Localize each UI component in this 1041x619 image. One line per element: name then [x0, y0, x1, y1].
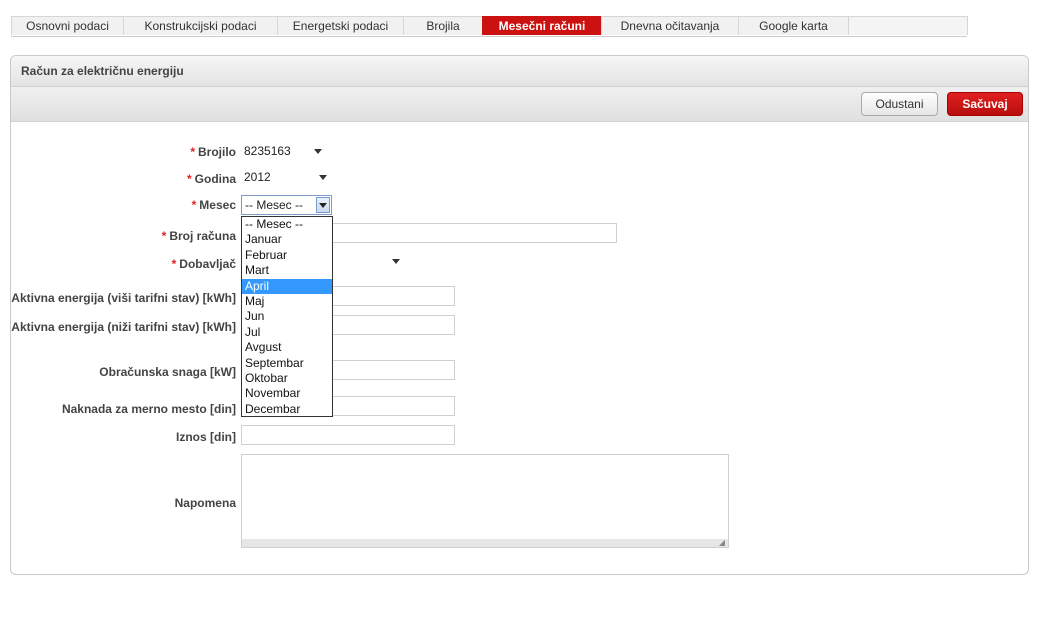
tab-bar-filler — [848, 16, 968, 35]
month-option[interactable]: Mart — [242, 263, 332, 278]
chevron-down-icon — [392, 259, 400, 264]
broj-racuna-label: * Broj računa — [162, 229, 236, 243]
dobavljac-label-text: Dobavljač — [179, 257, 236, 271]
month-option[interactable]: Jul — [242, 325, 332, 340]
brojilo-label: * Brojilo — [190, 145, 236, 159]
tab-konstrukcijski-podaci[interactable]: Konstrukcijski podaci — [123, 16, 278, 35]
iznos-input[interactable] — [241, 425, 455, 445]
chevron-down-icon — [319, 203, 327, 208]
iznos-label: Iznos [din] — [176, 430, 236, 444]
month-option-highlighted[interactable]: April — [242, 278, 332, 294]
required-marker: * — [161, 229, 167, 243]
napomena-textarea[interactable]: ◢ — [241, 454, 729, 548]
month-option[interactable]: -- Mesec -- — [242, 217, 332, 232]
required-marker: * — [190, 145, 195, 159]
tab-mesecni-racuni[interactable]: Mesečni računi — [482, 16, 602, 35]
month-option[interactable]: Maj — [242, 294, 332, 309]
mesec-label: * Mesec — [192, 198, 236, 212]
brojilo-label-text: Brojilo — [198, 145, 236, 159]
mesec-label-text: Mesec — [199, 198, 236, 212]
tab-dnevna-ocitavanja[interactable]: Dnevna očitavanja — [601, 16, 739, 35]
naknada-label: Naknada za merno mesto [din] — [61, 402, 236, 416]
godina-label-text: Godina — [194, 172, 236, 186]
godina-label: * Godina — [187, 172, 236, 186]
dobavljac-label: * Dobavljač — [172, 257, 236, 271]
month-option[interactable]: Decembar — [242, 402, 332, 417]
month-option[interactable]: Januar — [242, 232, 332, 247]
cancel-button[interactable]: Odustani — [861, 92, 938, 116]
toolbar: Odustani Sačuvaj — [11, 87, 1028, 122]
brojilo-select[interactable]: 8235163 — [241, 142, 326, 162]
textarea-resize-bar — [242, 539, 728, 547]
panel-title: Račun za električnu energiju — [11, 56, 1028, 87]
godina-value: 2012 — [244, 170, 271, 184]
broj-racuna-label-text: Broj računa — [169, 229, 236, 243]
required-marker: * — [171, 257, 177, 271]
tab-energetski-podaci[interactable]: Energetski podaci — [277, 16, 404, 35]
month-option[interactable]: Septembar — [242, 356, 332, 371]
brojilo-value: 8235163 — [244, 144, 291, 158]
aktivna-visi-label: Aktivna energija (viši tarifni stav) [kW… — [11, 291, 236, 305]
required-marker: * — [186, 172, 192, 186]
month-option[interactable]: Novembar — [242, 386, 332, 401]
required-marker: * — [191, 198, 197, 212]
tab-google-karta[interactable]: Google karta — [738, 16, 849, 35]
godina-select[interactable]: 2012 — [241, 168, 331, 188]
month-option[interactable]: Jun — [242, 309, 332, 324]
month-option[interactable]: Avgust — [242, 340, 332, 355]
obracunska-snaga-label: Obračunska snaga [kW] — [99, 365, 236, 379]
tab-bar: Osnovni podaci Konstrukcijski podaci Ene… — [11, 16, 968, 37]
resize-handle-icon[interactable]: ◢ — [719, 539, 725, 547]
mesec-dropdown-list: -- Mesec -- Januar Februar Mart April Ma… — [241, 216, 333, 417]
chevron-down-icon — [319, 175, 327, 180]
aktivna-nizi-label: Aktivna energija (niži tarifni stav) [kW… — [11, 320, 236, 334]
dropdown-button[interactable] — [316, 197, 330, 213]
mesec-select[interactable]: -- Mesec -- — [241, 195, 332, 215]
mesec-value: -- Mesec -- — [245, 198, 303, 212]
month-option[interactable]: Februar — [242, 248, 332, 263]
napomena-label: Napomena — [174, 496, 236, 510]
tab-brojila[interactable]: Brojila — [403, 16, 483, 35]
month-option[interactable]: Oktobar — [242, 371, 332, 386]
chevron-down-icon — [314, 149, 322, 154]
tab-osnovni-podaci[interactable]: Osnovni podaci — [11, 16, 124, 35]
save-button[interactable]: Sačuvaj — [947, 92, 1023, 116]
